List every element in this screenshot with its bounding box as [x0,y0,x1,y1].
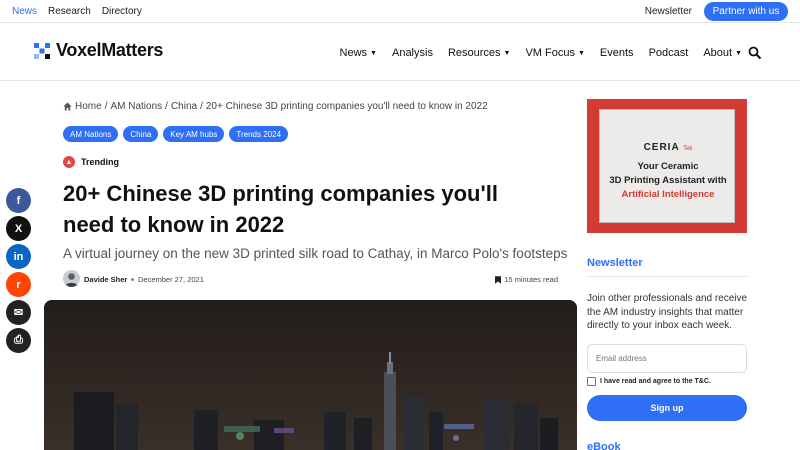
author-name[interactable]: Davide Sher [84,275,127,284]
bookmark-icon [495,275,502,284]
email-field[interactable] [587,344,747,373]
tag-trends-2024[interactable]: Trends 2024 [229,126,289,142]
read-time: 15 minutes read [495,275,558,284]
breadcrumb-separator: / [165,101,168,112]
article-meta: Davide Sher December 27, 2021 15 minutes… [63,270,558,288]
publish-date-text: December 27, 2021 [138,275,204,284]
breadcrumb-current: 20+ Chinese 3D printing companies you'll… [205,101,488,112]
article-hero-image [44,300,577,450]
meta-dot [131,278,134,281]
breadcrumb-home[interactable]: Home [75,101,102,112]
chevron-down-icon: ▼ [503,49,511,57]
chevron-down-icon: ▼ [370,49,377,57]
tag-am-nations[interactable]: AM Nations [63,126,119,142]
nav-analysis[interactable]: Analysis [392,47,433,59]
nav-resources-label: Resources [447,47,501,59]
newsletter-description: Join other professionals and receive the… [587,293,748,331]
trending-text: Trending [81,157,119,167]
nav-vm-focus-label: VM Focus [525,47,575,59]
top-link-news[interactable]: News [12,6,37,17]
nav-analysis-label: Analysis [391,47,433,59]
linkedin-icon[interactable]: in [6,244,31,269]
nav-about[interactable]: About ▼ [703,47,742,59]
top-link-research[interactable]: Research [48,6,91,17]
ad-panel: CERIA Tek Your Ceramic 3D Printing Assis… [599,109,735,223]
ad-brand: CERIA Tek [600,142,736,153]
breadcrumb-separator: / [104,101,108,112]
read-time-text: 15 minutes read [504,275,558,284]
top-newsletter-link[interactable]: Newsletter [645,6,692,17]
article-subtitle: A virtual journey on the new 3D printed … [63,246,568,261]
print-icon[interactable]: ⎙ [6,328,31,353]
top-link-directory[interactable]: Directory [102,6,142,17]
logo-text: VoxelMatters [56,40,164,60]
chevron-down-icon: ▼ [735,49,742,57]
x-icon[interactable]: X [6,216,31,241]
top-utility-bar: News Research Directory Newsletter Partn… [0,0,800,23]
top-links: News Research Directory [12,6,142,17]
newsletter-heading: Newsletter [587,257,643,269]
trending-label: ▲ Trending [63,156,119,168]
site-logo[interactable]: VoxelMatters [34,40,163,61]
nav-podcast-label: Podcast [648,47,689,59]
ad-line-3: Artificial Intelligence [621,189,715,200]
newsletter-divider [587,276,747,277]
site-header: VoxelMatters News ▼ Analysis Resources ▼ V… [0,23,800,81]
night-skyline-image [44,300,577,450]
nav-news-label: News [339,47,368,59]
ad-brand-text: CERIA [643,142,680,153]
terms-agreement[interactable]: I have read and agree to the T&C. [587,377,711,386]
social-share-bar: f X in r ✉ ⎙ [6,188,31,353]
breadcrumb-china[interactable]: China [171,101,197,112]
chevron-down-icon: ▼ [577,49,585,57]
reddit-icon[interactable]: r [6,272,31,297]
tag-key-am-hubs[interactable]: Key AM hubs [163,126,225,142]
main-nav: News ▼ Analysis Resources ▼ VM Focus ▼ Even… [340,47,742,59]
nav-resources[interactable]: Resources ▼ [448,47,511,59]
publish-date: December 27, 2021 [131,275,204,284]
nav-vm-focus[interactable]: VM Focus ▼ [525,47,584,59]
nav-about-label: About [703,47,733,59]
home-icon [63,102,72,111]
nav-podcast[interactable]: Podcast [649,47,689,59]
breadcrumb-separator: / [200,101,203,112]
breadcrumb: Home / AM Nations / China / 20+ Chinese … [63,101,488,112]
search-icon[interactable] [748,46,762,60]
tag-china[interactable]: China [123,126,159,142]
email-icon[interactable]: ✉ [6,300,31,325]
flame-icon: ▲ [63,156,75,168]
nav-news[interactable]: News ▼ [340,47,377,59]
nav-events[interactable]: Events [600,47,634,59]
ad-line-1: Your Ceramic [637,161,699,172]
ad-brand-suffix: Tek [683,146,693,152]
author-avatar[interactable] [63,270,80,287]
signup-button[interactable]: Sign up [587,395,747,421]
terms-label: I have read and agree to the T&C. [600,378,711,385]
terms-checkbox[interactable] [587,377,596,386]
ad-line-2: 3D Printing Assistant with [609,175,727,186]
nav-events-label: Events [599,47,634,59]
partner-button[interactable]: Partner with us [704,2,788,21]
ceria-advertisement[interactable]: CERIA Tek Your Ceramic 3D Printing Assis… [587,99,747,233]
ebook-heading: eBook [587,441,621,450]
article-tags: AM Nations China Key AM hubs Trends 2024 [63,126,289,142]
breadcrumb-am-nations[interactable]: AM Nations [110,101,162,112]
facebook-icon[interactable]: f [6,188,31,213]
voxel-logo-icon [34,42,50,59]
article-title: 20+ Chinese 3D printing companies you'll… [63,181,498,237]
